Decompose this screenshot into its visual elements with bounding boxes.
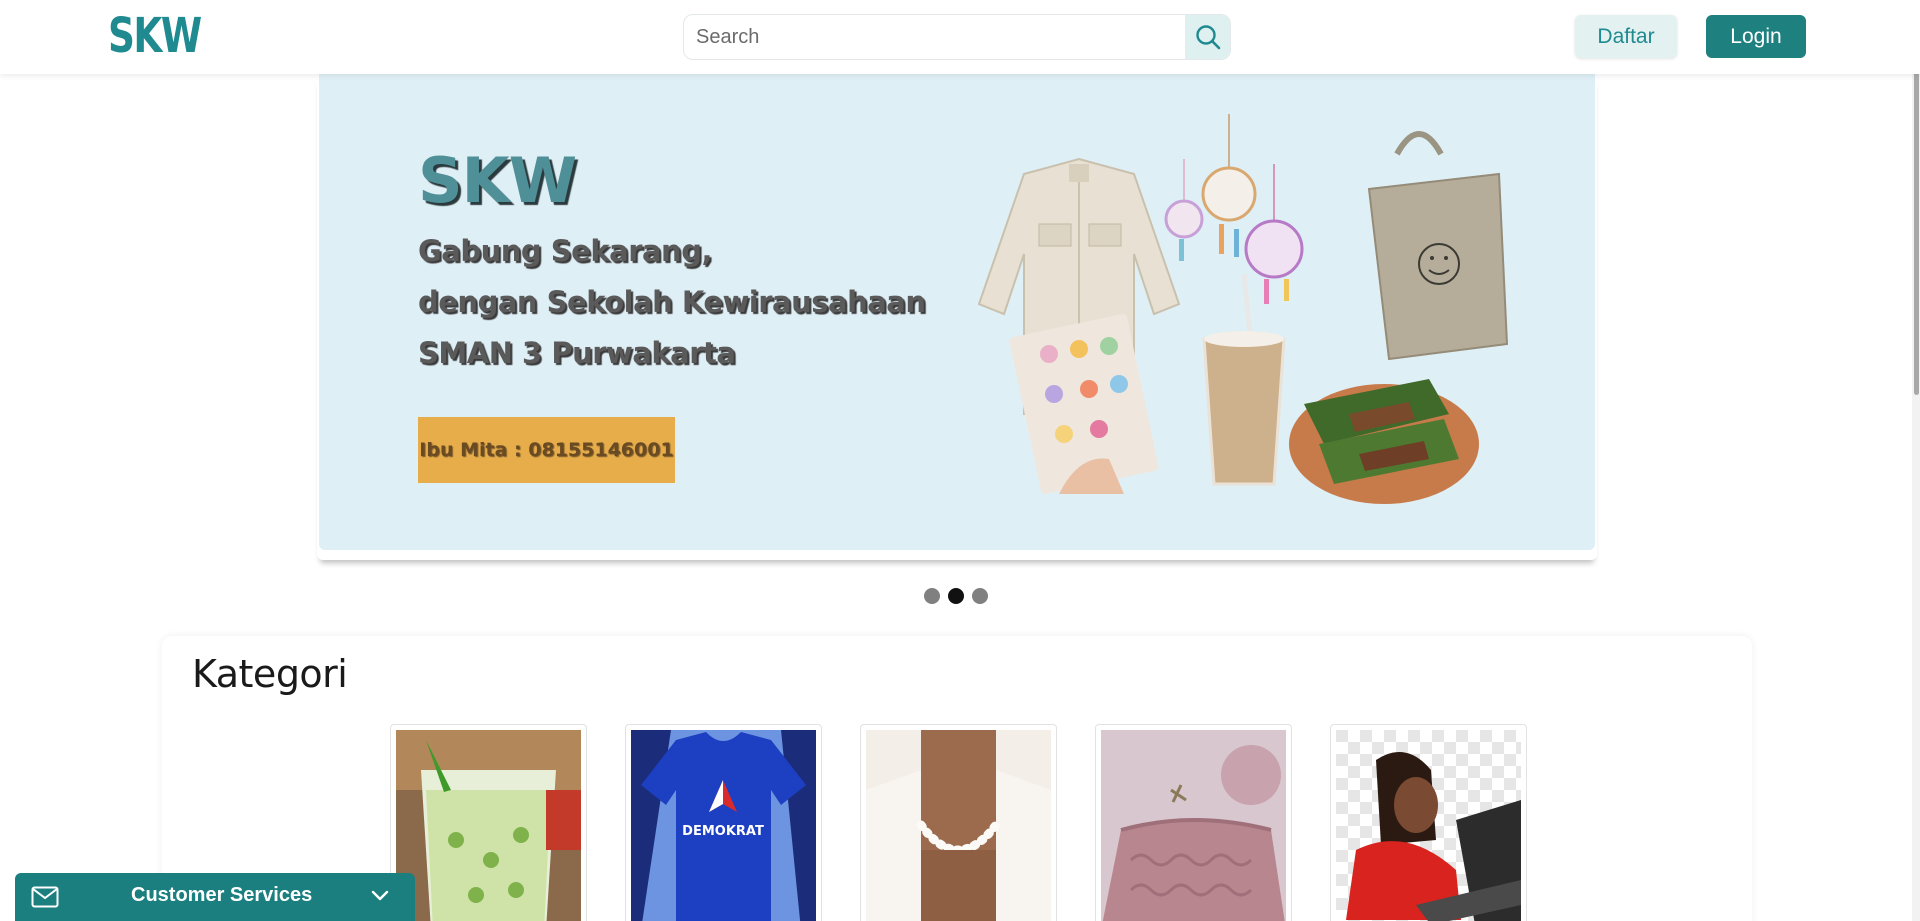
search-bar: [683, 14, 1231, 60]
category-card-accessories[interactable]: [860, 724, 1057, 921]
carousel-indicators: [924, 588, 988, 604]
customer-services-bar[interactable]: Customer Services: [15, 873, 415, 921]
product-collage-image: [977, 114, 1509, 504]
banner-line-2: dengan Sekolah Kewirausahaan: [418, 285, 926, 319]
category-card-crafts[interactable]: [1095, 724, 1292, 921]
laptop-image: [1336, 730, 1521, 921]
hero-banner[interactable]: SKW Gabung Sekarang, dengan Sekolah Kewi…: [319, 74, 1595, 550]
t-shirt-image: DEMOKRAT: [631, 730, 816, 921]
category-card-drink[interactable]: [390, 724, 587, 921]
category-card-services[interactable]: [1330, 724, 1527, 921]
iced-coffee-illustration: [1202, 273, 1286, 486]
customer-services-label: Customer Services: [131, 884, 313, 906]
contact-badge: Ibu Mita : 08155146001: [418, 417, 675, 483]
t-shirt-print: DEMOKRAT: [682, 824, 764, 839]
drink-image: [396, 730, 581, 921]
hair-clips-illustration: [1009, 314, 1159, 494]
carousel-dot-2[interactable]: [948, 588, 964, 604]
login-button[interactable]: Login: [1706, 15, 1806, 58]
search-button[interactable]: [1185, 15, 1230, 59]
carousel-dot-1[interactable]: [924, 588, 940, 604]
banner-title: SKW: [418, 144, 577, 217]
banner-line-1: Gabung Sekarang,: [418, 234, 712, 268]
search-icon: [1195, 25, 1220, 50]
category-title: Kategori: [192, 652, 348, 696]
mail-icon: [31, 886, 59, 908]
food-plate-illustration: [1289, 379, 1479, 504]
banner-line-3: SMAN 3 Purwakarta: [418, 336, 736, 370]
tote-bag-illustration: [1367, 131, 1509, 361]
dreamcatchers-illustration: [1164, 114, 1304, 304]
top-navbar: SKW Daftar Login: [0, 0, 1920, 74]
chevron-down-icon[interactable]: [371, 890, 389, 902]
register-button[interactable]: Daftar: [1575, 15, 1677, 58]
knitting-image: [1101, 730, 1286, 921]
necklace-image: [866, 730, 1051, 921]
category-card-clothing[interactable]: DEMOKRAT: [625, 724, 822, 921]
search-input[interactable]: [684, 15, 1186, 59]
carousel-dot-3[interactable]: [972, 588, 988, 604]
site-logo[interactable]: SKW: [108, 8, 202, 64]
